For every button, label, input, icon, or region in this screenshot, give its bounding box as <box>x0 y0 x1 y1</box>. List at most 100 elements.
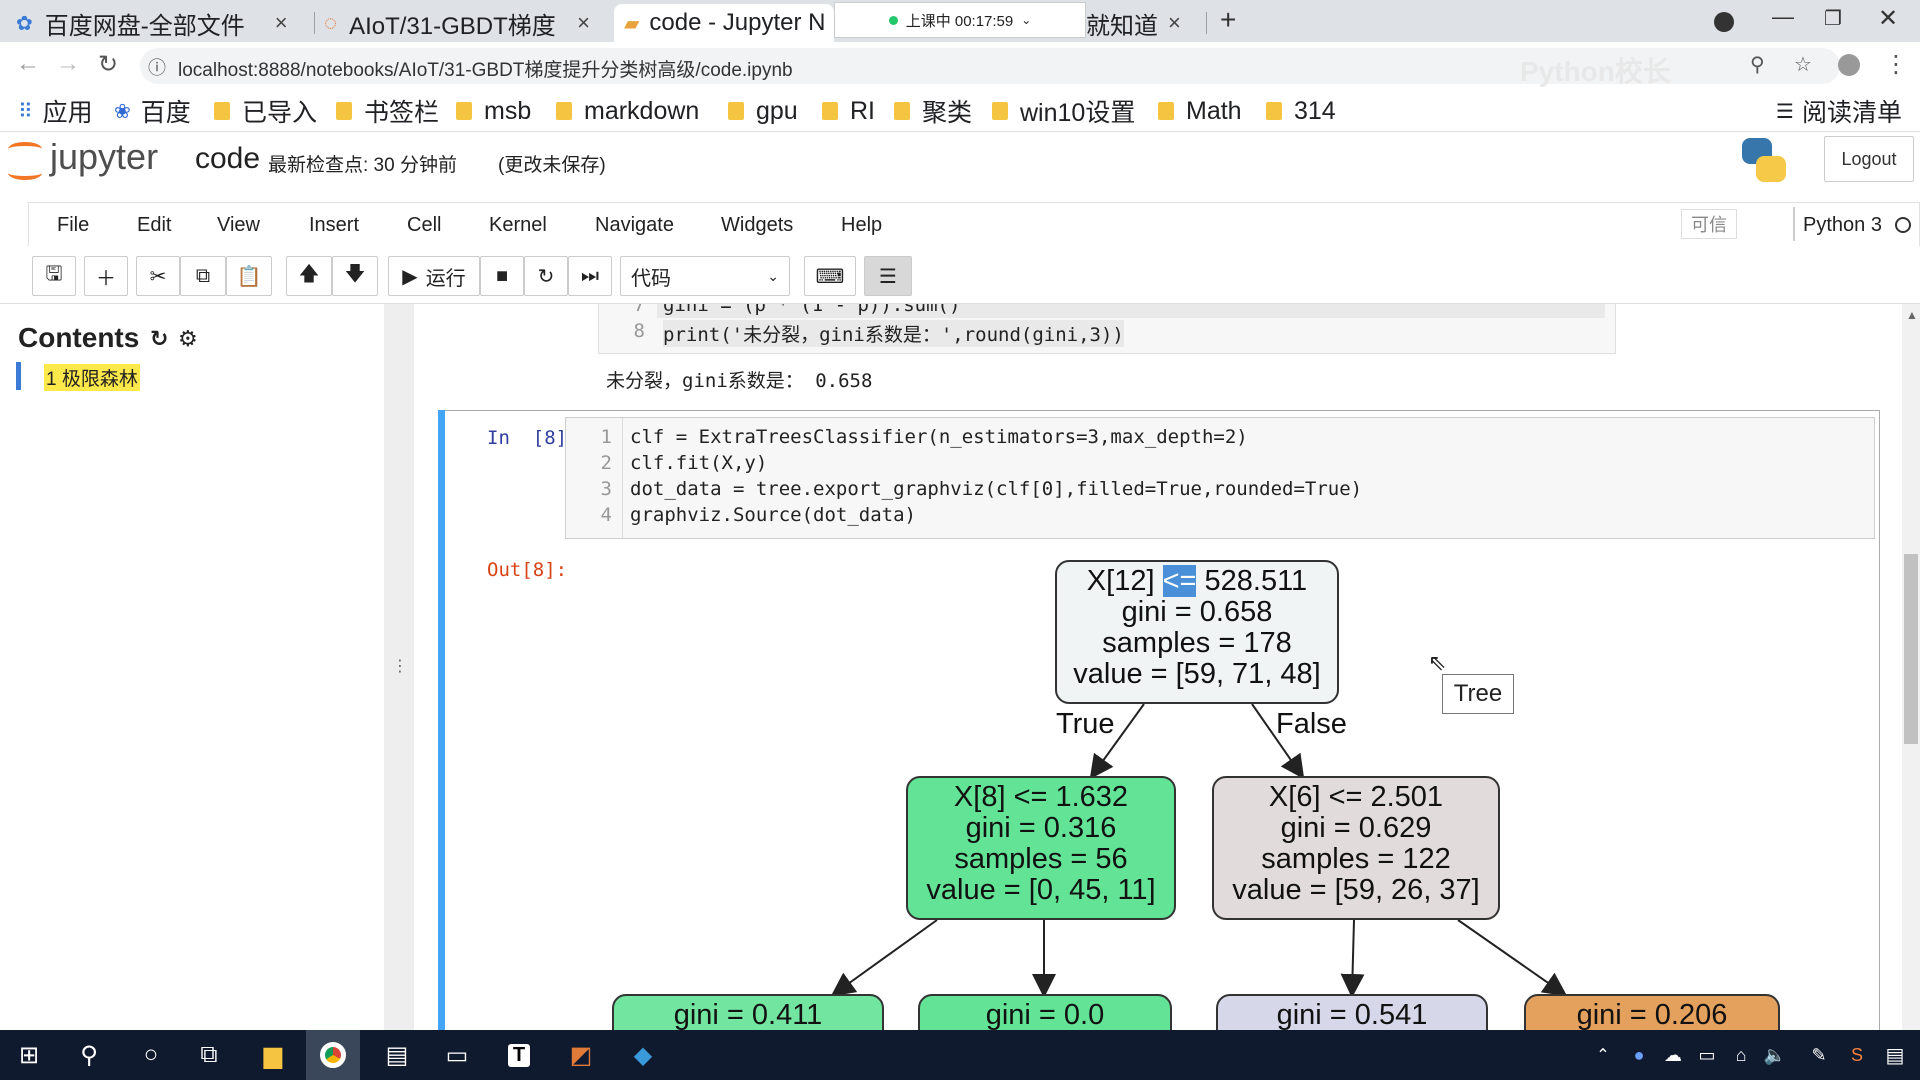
minimize-icon[interactable]: — <box>1772 4 1794 30</box>
fast-forward-icon[interactable]: ⏭ <box>568 256 612 296</box>
back-icon[interactable]: ← <box>16 50 40 78</box>
tab-other[interactable]: 就知道 × <box>1086 4 1196 42</box>
avatar[interactable] <box>1838 54 1860 76</box>
menu-insert[interactable]: Insert <box>309 203 359 247</box>
menu-kernel[interactable]: Kernel <box>489 203 547 247</box>
cortana-icon[interactable]: ○ <box>124 1030 178 1080</box>
run-button[interactable]: ▶ 运行 <box>388 256 480 296</box>
notebook-name[interactable]: code <box>195 142 260 176</box>
bookmark-folder[interactable]: msb <box>456 90 531 132</box>
bookmark-apps[interactable]: ⠿ 应用 <box>18 90 93 132</box>
logout-button[interactable]: Logout <box>1824 136 1914 182</box>
url-text[interactable]: localhost:8888/notebooks/AIoT/31-GBDT梯度提… <box>178 55 793 82</box>
menu-help[interactable]: Help <box>841 203 882 247</box>
omnibox[interactable]: ⓘ localhost:8888/notebooks/AIoT/31-GBDT梯… <box>140 48 1840 87</box>
reading-list[interactable]: ☰ 阅读清单 <box>1776 90 1902 132</box>
menu-edit[interactable]: Edit <box>137 203 171 247</box>
recording-indicator[interactable]: 上课中 00:17:59 ⌄ <box>834 2 1086 38</box>
tab-aiot[interactable]: ◌ AIoT/31-GBDT梯度 × <box>324 4 614 42</box>
chevron-down-icon: ⌄ <box>1021 13 1032 27</box>
edge-label-true: True <box>1056 708 1115 740</box>
bookmark-label: 应用 <box>42 99 93 127</box>
loading-icon: ◌ <box>324 10 338 35</box>
save-icon[interactable]: 🖫 <box>32 256 76 296</box>
search-icon[interactable]: ⚲ <box>62 1030 116 1080</box>
scrollbar-thumb[interactable] <box>1904 554 1918 744</box>
add-cell-icon[interactable]: ＋ <box>84 256 128 296</box>
notification-icon[interactable]: ▤ <box>1868 1030 1920 1080</box>
terminal-icon[interactable]: ▭ <box>430 1030 484 1080</box>
tree-leaf[interactable]: gini = 0.411 <box>612 994 884 1030</box>
restart-icon[interactable]: ↻ <box>524 256 568 296</box>
typora-icon[interactable]: T <box>492 1030 546 1080</box>
bookmark-folder[interactable]: 已导入 <box>214 90 317 132</box>
watermark: Python校长 <box>1520 56 1671 87</box>
window-close-icon[interactable]: ✕ <box>1878 4 1898 33</box>
reload-icon[interactable]: ↻ <box>98 50 118 79</box>
app-icon[interactable]: ◆ <box>616 1030 670 1080</box>
stop-icon[interactable]: ■ <box>480 256 524 296</box>
tree-leaf[interactable]: gini = 0.541 <box>1216 994 1488 1030</box>
new-tab-button[interactable]: + <box>1220 4 1236 36</box>
scroll-up-icon[interactable]: ▲ <box>1906 308 1918 322</box>
menu-navigate[interactable]: Navigate <box>595 203 674 247</box>
menu-widgets[interactable]: Widgets <box>721 203 793 247</box>
tree-node-left[interactable]: X[8] <= 1.632 gini = 0.316 samples = 56 … <box>906 776 1176 920</box>
restore-icon[interactable]: ❐ <box>1824 6 1842 31</box>
tree-node-root[interactable]: X[12] <= 528.511 gini = 0.658 samples = … <box>1055 560 1339 704</box>
tree-node-right[interactable]: X[6] <= 2.501 gini = 0.629 samples = 122… <box>1212 776 1500 920</box>
keyboard-icon[interactable]: ⌨ <box>804 256 856 296</box>
gear-icon[interactable]: ⚙ <box>178 326 198 352</box>
bookmark-folder[interactable]: 聚类 <box>894 90 972 132</box>
page-scrollbar[interactable]: ▲ <box>1902 304 1920 1030</box>
more-menu-icon[interactable]: ⋮ <box>1884 50 1908 79</box>
bookmark-folder[interactable]: Math <box>1158 90 1242 132</box>
tab-code-jupyter-active[interactable]: ▰ code - Jupyter N <box>614 4 834 42</box>
move-up-icon[interactable]: 🡅 <box>286 256 332 296</box>
browser-tab-bar: ✿ 百度网盘-全部文件 × ◌ AIoT/31-GBDT梯度 × ▰ code … <box>0 0 1920 42</box>
bookmark-folder[interactable]: RI <box>822 90 875 132</box>
copy-icon[interactable]: ⧉ <box>180 256 226 296</box>
close-tab-icon[interactable]: × <box>275 10 288 36</box>
bookmark-star-icon[interactable]: ☆ <box>1794 52 1812 77</box>
menu-cell[interactable]: Cell <box>407 203 441 247</box>
bookmark-folder[interactable]: win10设置 <box>992 90 1135 132</box>
tree-leaf[interactable]: gini = 0.206 <box>1524 994 1780 1030</box>
task-view-icon[interactable]: ⧉ <box>182 1030 236 1080</box>
kernel-name[interactable]: Python 3 <box>1803 203 1882 247</box>
toc-toggle-icon[interactable]: ☰ <box>864 256 912 296</box>
file-explorer-icon[interactable]: ▆ <box>246 1030 300 1080</box>
profile-menu-icon[interactable] <box>1714 12 1734 32</box>
toc-title: Contents <box>18 322 140 353</box>
refresh-icon[interactable]: ↻ <box>150 326 168 352</box>
sidebar-resize-gutter[interactable]: ⋮ <box>384 304 414 1030</box>
move-down-icon[interactable]: 🡇 <box>332 256 378 296</box>
bookmark-folder[interactable]: 314 <box>1266 90 1336 132</box>
tree-leaf[interactable]: gini = 0.0 <box>918 994 1172 1030</box>
windows-start-icon[interactable]: ⊞ <box>2 1030 56 1080</box>
node-value: value = [59, 71, 48] <box>1073 658 1321 690</box>
menu-view[interactable]: View <box>217 203 260 247</box>
photos-icon[interactable]: ▤ <box>370 1030 424 1080</box>
paste-icon[interactable]: 📋 <box>226 256 272 296</box>
bookmark-baidu[interactable]: ❀ 百度 <box>114 90 191 132</box>
forward-icon[interactable]: → <box>56 50 80 78</box>
trusted-badge[interactable]: 可信 <box>1681 209 1737 239</box>
bookmark-folder[interactable]: 书签栏 <box>336 90 439 132</box>
checkpoint-status: 最新检查点: 30 分钟前 <box>268 155 457 176</box>
close-tab-icon[interactable]: × <box>1168 10 1181 36</box>
powerpoint-icon[interactable]: ◩ <box>554 1030 608 1080</box>
chrome-icon[interactable] <box>306 1030 360 1080</box>
edge-left-leaf1 <box>830 919 938 997</box>
zoom-icon[interactable]: ⚲ <box>1750 52 1765 77</box>
jupyter-logo-icon[interactable] <box>8 138 44 184</box>
cell-type-select[interactable]: 代码 ⌄ <box>620 256 790 296</box>
menu-file[interactable]: File <box>57 203 89 247</box>
tab-baidu-pan[interactable]: ✿ 百度网盘-全部文件 × <box>16 4 306 42</box>
bookmark-folder[interactable]: gpu <box>728 90 798 132</box>
bookmark-folder[interactable]: markdown <box>556 90 699 132</box>
folder-icon <box>456 102 472 120</box>
cut-icon[interactable]: ✂ <box>136 256 180 296</box>
toc-item[interactable]: 1 极限森林 <box>44 364 140 391</box>
close-tab-icon[interactable]: × <box>577 10 590 36</box>
